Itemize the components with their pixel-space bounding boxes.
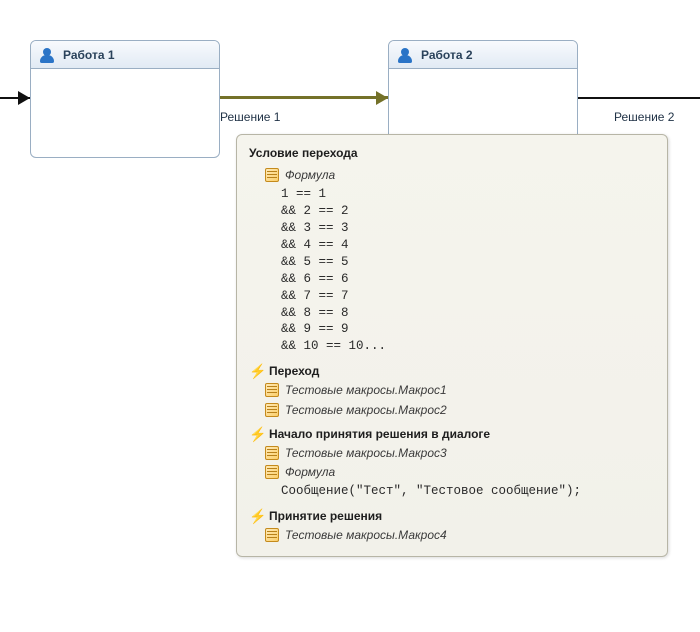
script-icon [265,528,279,542]
formula-row: Формула [249,464,655,480]
node-title: Работа 2 [421,48,473,62]
section-title-text: Начало принятия решения в диалоге [269,426,490,442]
bolt-icon [249,427,263,441]
formula-code: 1 == 1 && 2 == 2 && 3 == 3 && 4 == 4 && … [281,186,655,355]
macro-row: Тестовые макросы.Макрос2 [249,402,655,418]
formula-code: Сообщение("Тест", "Тестовое сообщение"); [281,483,655,500]
edge-1[interactable] [220,96,389,99]
node-header: Работа 2 [389,41,577,69]
workflow-node-1[interactable]: Работа 1 [30,40,220,158]
arrow-head-1 [376,91,388,105]
section-dialog-start: Начало принятия решения в диалоге [249,426,655,442]
formula-label: Формула [285,464,335,480]
section-title-text: Принятие решения [269,508,382,524]
script-icon [265,168,279,182]
script-icon [265,446,279,460]
macro-label: Тестовые макросы.Макрос1 [285,382,447,398]
section-title-text: Переход [269,363,319,379]
edge-2[interactable] [578,97,700,99]
macro-row: Тестовые макросы.Макрос1 [249,382,655,398]
macro-label: Тестовые макросы.Макрос2 [285,402,447,418]
edge-2-label: Решение 2 [614,110,674,124]
workflow-canvas: Работа 1 Решение 1 Работа 2 Решение 2 Ус… [0,0,700,632]
formula-label: Формула [285,167,335,183]
macro-row: Тестовые макросы.Макрос4 [249,527,655,543]
formula-row: Формула [249,167,655,183]
person-icon [39,47,55,63]
bolt-icon [249,364,263,378]
node-title: Работа 1 [63,48,115,62]
tooltip-title: Условие перехода [249,145,655,161]
section-decision: Принятие решения [249,508,655,524]
edge-1-label: Решение 1 [220,110,280,124]
macro-label: Тестовые макросы.Макрос3 [285,445,447,461]
script-icon [265,465,279,479]
transition-tooltip: Условие перехода Формула 1 == 1 && 2 == … [236,134,668,557]
section-transition: Переход [249,363,655,379]
arrow-head-incoming [18,91,30,105]
macro-label: Тестовые макросы.Макрос4 [285,527,447,543]
bolt-icon [249,509,263,523]
script-icon [265,403,279,417]
person-icon [397,47,413,63]
node-header: Работа 1 [31,41,219,69]
script-icon [265,383,279,397]
macro-row: Тестовые макросы.Макрос3 [249,445,655,461]
